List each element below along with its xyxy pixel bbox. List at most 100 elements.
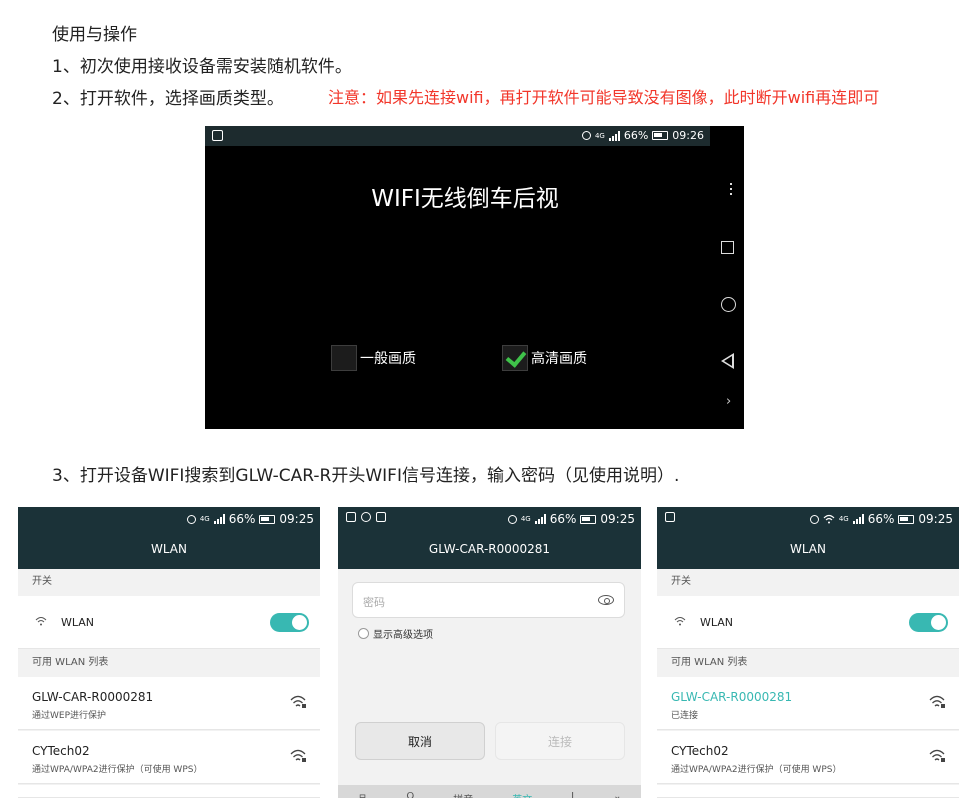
status-bar: 4G 66% 09:25 (809, 512, 953, 526)
signal-icon (534, 514, 546, 524)
status-left (346, 512, 386, 522)
clock: 09:26 (672, 129, 704, 142)
wlan-toggle-row[interactable]: WLAN (657, 596, 959, 649)
network-security: 通过WPA/WPA2进行保护（可使用 WPS） (32, 765, 203, 775)
network-title: GLW-CAR-R0000281 (428, 542, 551, 556)
wlan-label: WLAN (61, 616, 95, 629)
keyboard-item[interactable]: I (571, 791, 574, 798)
network-type: 4G (199, 515, 210, 523)
network-security: 通过WEP进行保护 (32, 711, 107, 721)
clock: 09:25 (918, 512, 953, 526)
gallery-icon (665, 512, 675, 522)
keyboard-item[interactable]: 品 (357, 791, 367, 798)
wlan-screen: 4G 66% 09:25 WLAN 开关 WLAN 可用 WLAN 列表 GLW… (18, 507, 320, 798)
quality-normal-label: 一般画质 (360, 351, 416, 367)
keyboard-item[interactable]: ⌄ (613, 791, 621, 798)
battery-icon (652, 131, 669, 140)
network-name: CYTech02 (671, 744, 729, 758)
alarm-icon (507, 514, 517, 524)
back-icon[interactable] (721, 353, 734, 369)
recent-apps-icon[interactable] (721, 241, 734, 254)
wlan-connected-screen: 4G 66% 09:25 WLAN 开关 WLAN 可用 WLAN 列表 GLW… (657, 507, 959, 798)
quality-hd-label: 高清画质 (531, 351, 587, 367)
page-title: WLAN (150, 542, 187, 556)
connect-button[interactable]: 连接 (495, 722, 625, 760)
wifi-locked-icon (290, 749, 306, 762)
keyboard-item[interactable]: 拼音 (453, 791, 473, 798)
section-switch-label: 开关 (657, 569, 959, 595)
checkbox-unchecked-icon (331, 345, 357, 371)
wifi-icon (35, 617, 47, 626)
battery-icon (259, 514, 276, 524)
network-item[interactable]: CYTech02 通过WPA/WPA2进行保护（可使用 WPS） (657, 731, 959, 784)
header: 4G 66% 09:25 GLW-CAR-R0000281 (338, 507, 641, 569)
network-name: GLW-CAR-R0000281 (32, 690, 154, 704)
network-name: GLW-CAR-R0000281 (671, 690, 793, 704)
keyboard-item[interactable]: Q (406, 791, 414, 798)
network-item[interactable]: GLW-CAR-R0000281 通过WEP进行保护 (18, 677, 320, 730)
screen-icon (376, 512, 386, 522)
keyboard-item[interactable]: 英文 (512, 791, 532, 798)
section-switch-label: 开关 (18, 569, 320, 595)
gallery-icon (346, 512, 356, 522)
page-title: WLAN (789, 542, 826, 556)
gallery-icon (212, 130, 223, 141)
navigation-bar: › (710, 126, 744, 429)
network-type: 4G (838, 515, 849, 523)
cancel-button[interactable]: 取消 (355, 722, 485, 760)
wlan-toggle-row[interactable]: WLAN (18, 596, 320, 649)
section-list-label: 可用 WLAN 列表 (18, 650, 320, 676)
battery-percent: 66% (549, 512, 577, 526)
status-bar: 4G 66% 09:25 (507, 512, 635, 526)
network-item[interactable]: CYTech02 通过WPA/WPA2进行保护（可使用 WPS） (18, 731, 320, 784)
status-bar: 4G 66% 09:26 (205, 126, 710, 146)
advanced-options-toggle[interactable]: 显示高级选项 (358, 626, 433, 641)
network-name: CYTech02 (32, 744, 90, 758)
overflow-menu-icon[interactable] (730, 183, 733, 195)
password-placeholder: 密码 (363, 596, 385, 609)
wlan-toggle[interactable] (270, 613, 309, 632)
alarm-icon (186, 514, 196, 524)
header: 4G 66% 09:25 WLAN (18, 507, 320, 569)
chevron-right-icon[interactable]: › (726, 394, 731, 409)
step-3-text: 3、打开设备WIFI搜索到GLW-CAR-R开头WIFI信号连接，输入密码（见使… (52, 466, 680, 486)
keyboard-toolbar: 品 Q 拼音 英文 I ⌄ (338, 785, 641, 798)
list-item-partial (657, 785, 959, 798)
password-input[interactable]: 密码 (352, 582, 625, 618)
home-icon[interactable] (721, 297, 736, 312)
battery-percent: 66% (228, 512, 256, 526)
wifi-status-icon (361, 512, 371, 522)
step-2-text: 2、打开软件，选择画质类型。 (52, 89, 284, 109)
wifi-locked-icon (290, 695, 306, 708)
wlan-toggle[interactable] (909, 613, 948, 632)
status-bar: 4G 66% 09:25 (186, 512, 314, 526)
list-item-partial (18, 785, 320, 798)
alarm-icon (581, 131, 591, 140)
network-status: 已连接 (671, 711, 699, 721)
eye-icon[interactable] (598, 595, 614, 605)
battery-icon (898, 514, 915, 524)
step-1-text: 1、初次使用接收设备需安装随机软件。 (52, 57, 352, 77)
signal-icon (852, 514, 864, 524)
network-security: 通过WPA/WPA2进行保护（可使用 WPS） (671, 765, 842, 775)
password-screen: 4G 66% 09:25 GLW-CAR-R0000281 密码 显示高级选项 … (338, 507, 641, 798)
battery-percent: 66% (623, 129, 649, 142)
signal-icon (213, 514, 225, 524)
quality-normal-checkbox[interactable]: 一般画质 (331, 345, 416, 371)
wifi-locked-icon (929, 695, 945, 708)
signal-icon (608, 130, 620, 141)
alarm-icon (809, 514, 819, 524)
section-heading: 使用与操作 (52, 25, 137, 45)
wlan-label: WLAN (700, 616, 734, 629)
section-list-label: 可用 WLAN 列表 (657, 650, 959, 676)
network-item-connected[interactable]: GLW-CAR-R0000281 已连接 (657, 677, 959, 730)
clock: 09:25 (600, 512, 635, 526)
quality-hd-checkbox[interactable]: 高清画质 (502, 345, 587, 371)
network-type: 4G (520, 515, 531, 523)
app-title: WIFI无线倒车后视 (371, 186, 559, 212)
wifi-icon (674, 617, 686, 626)
network-type: 4G (594, 131, 605, 140)
checkbox-checked-icon (502, 345, 528, 371)
warning-note: 注意：如果先连接wifi，再打开软件可能导致没有图像，此时断开wifi再连即可 (328, 88, 880, 107)
battery-percent: 66% (867, 512, 895, 526)
